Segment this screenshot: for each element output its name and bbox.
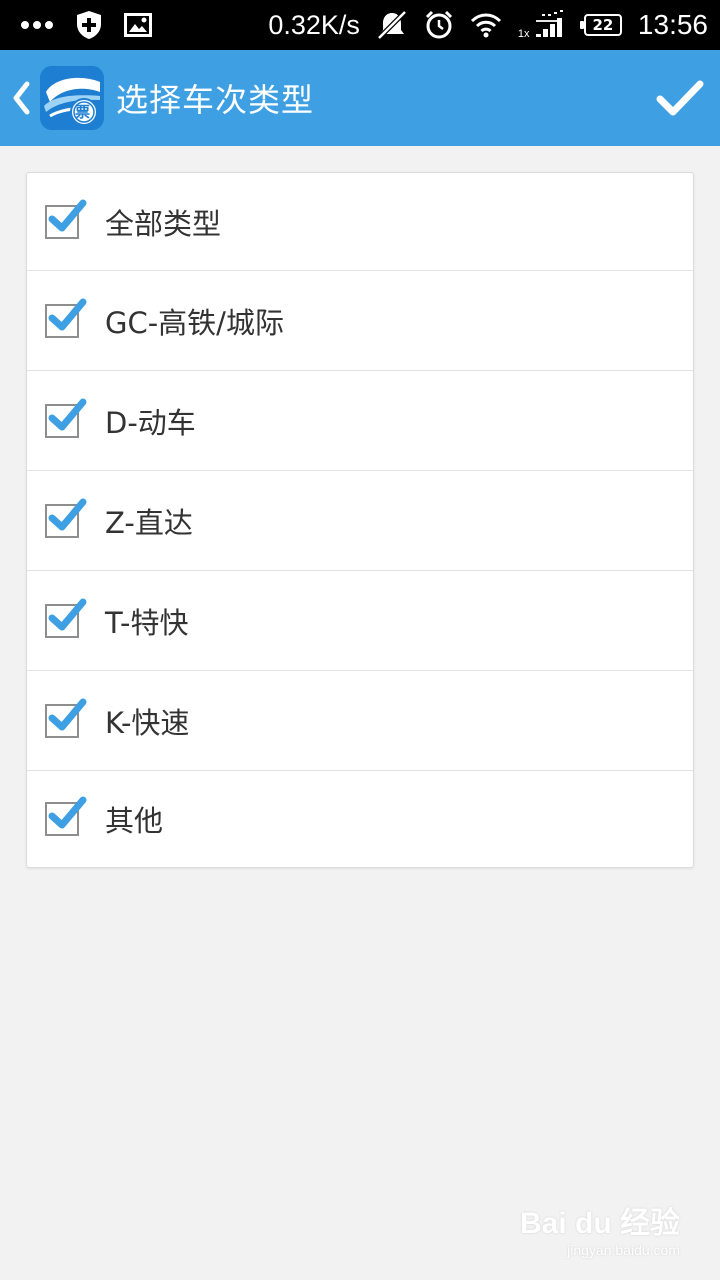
- list-item-label: D-动车: [105, 405, 196, 440]
- image-icon: [124, 13, 152, 37]
- list-item-label: T-特快: [105, 605, 189, 640]
- list-item-label: 全部类型: [105, 206, 222, 241]
- train-type-list: 全部类型 GC-高铁/城际 D-动车 Z-直达 T-特快 K-快速其他: [26, 172, 694, 868]
- list-item[interactable]: K-快速: [27, 671, 693, 771]
- checked-icon: [48, 199, 87, 231]
- list-item[interactable]: T-特快: [27, 571, 693, 671]
- checkbox[interactable]: [45, 398, 87, 438]
- action-bar: 票 选择车次类型: [0, 50, 720, 146]
- checked-icon: [48, 598, 87, 630]
- list-item[interactable]: Z-直达: [27, 471, 693, 571]
- mute-icon: [377, 10, 407, 40]
- chevron-left-icon: [13, 81, 30, 115]
- alarm-icon: [425, 10, 452, 39]
- checked-icon: [48, 698, 87, 730]
- more-dots-icon: [21, 21, 53, 29]
- network-speed: 0.32K/s: [268, 9, 360, 40]
- clock: 13:56: [637, 9, 708, 40]
- shield-plus-icon: [77, 11, 101, 39]
- checkbox[interactable]: [45, 698, 87, 738]
- page-title: 选择车次类型: [116, 81, 315, 119]
- logo-label: 票: [75, 103, 91, 121]
- battery-level: 22: [592, 16, 614, 34]
- checkbox[interactable]: [45, 498, 87, 538]
- watermark-brand: Bai du 经验: [519, 1207, 680, 1240]
- checked-icon: [48, 398, 87, 430]
- list-item[interactable]: 其他: [27, 771, 693, 867]
- app-logo[interactable]: 票: [40, 66, 104, 130]
- watermark-url: jingyan.baidu.com: [567, 1242, 680, 1258]
- signal-indicator: 1x: [518, 10, 568, 40]
- checkbox[interactable]: [45, 598, 87, 638]
- checked-icon: [48, 498, 87, 530]
- list-item-label: GC-高铁/城际: [105, 305, 284, 340]
- checkbox[interactable]: [45, 796, 87, 836]
- checked-icon: [48, 796, 87, 829]
- watermark: Bai du 经验 jingyan.baidu.com: [520, 1198, 680, 1258]
- battery-icon: 22: [579, 14, 622, 36]
- list-item-label: Z-直达: [105, 505, 193, 540]
- list-item[interactable]: D-动车: [27, 371, 693, 471]
- sim-label: 1x: [517, 28, 530, 40]
- checkmark-icon: [656, 80, 704, 116]
- list-item-label: K-快速: [105, 705, 190, 740]
- back-button[interactable]: [6, 50, 36, 146]
- checkbox[interactable]: [45, 199, 87, 239]
- train-ticket-logo-icon: [40, 66, 104, 130]
- status-bar: 0.32K/s 1x 22 13:56: [0, 0, 720, 50]
- checkbox[interactable]: [45, 298, 87, 338]
- confirm-button[interactable]: [654, 72, 706, 124]
- list-item[interactable]: GC-高铁/城际: [27, 271, 693, 371]
- wifi-icon: [470, 13, 501, 38]
- list-item-label: 其他: [105, 804, 164, 838]
- checked-icon: [48, 298, 87, 330]
- list-item[interactable]: 全部类型: [27, 173, 693, 271]
